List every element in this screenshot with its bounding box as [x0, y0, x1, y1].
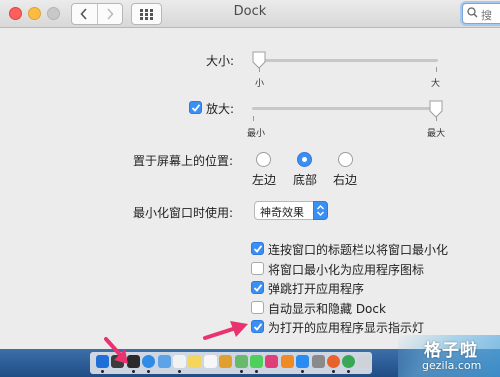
popup-arrows-icon	[313, 201, 328, 220]
close-button[interactable]	[9, 7, 22, 20]
minimize-effect-label: 最小化窗口时使用:	[133, 206, 234, 220]
window-title: Dock	[233, 4, 267, 19]
running-indicator	[132, 370, 135, 373]
ibooks-icon[interactable]	[281, 355, 294, 368]
zoom-button[interactable]	[47, 7, 60, 20]
animate-opening-label: 弹跳打开应用程序	[268, 282, 365, 296]
double-click-title-checkbox[interactable]	[251, 242, 264, 255]
back-button[interactable]	[72, 4, 97, 24]
size-max-label: 大	[431, 79, 441, 89]
running-indicator	[240, 370, 243, 373]
watermark-title: 格子啦	[424, 341, 478, 361]
position-left-label: 左边	[252, 173, 277, 187]
grid-icon	[140, 8, 153, 20]
position-left-radio[interactable]	[256, 152, 271, 167]
show-indicators-label: 为打开的应用程序显示指示灯	[268, 321, 425, 335]
magnification-label: 放大:	[206, 102, 235, 116]
position-bottom-radio[interactable]	[297, 152, 312, 167]
checkmark-icon	[253, 245, 263, 253]
minimize-effect-value: 神奇效果	[260, 206, 304, 219]
show-indicators-checkbox[interactable]	[251, 320, 264, 333]
forward-button[interactable]	[96, 4, 123, 24]
title-bar: Dock	[0, 0, 500, 28]
itunes-icon[interactable]	[265, 355, 278, 368]
watermark: 格子啦 gezila.com	[398, 335, 500, 377]
notes-icon[interactable]	[188, 355, 201, 368]
magnification-max-label: 最大	[427, 129, 446, 139]
chevron-right-icon	[107, 8, 114, 20]
size-label: 大小:	[206, 54, 235, 68]
watermark-url: gezila.com	[422, 359, 482, 372]
size-min-label: 小	[255, 79, 265, 89]
chevron-left-icon	[80, 8, 87, 20]
calendar-icon[interactable]	[173, 355, 186, 368]
checkmark-icon	[253, 323, 263, 331]
dock-pointer-arrow-icon	[104, 337, 128, 364]
size-slider-knob[interactable]	[251, 51, 267, 69]
running-indicator	[347, 370, 350, 373]
maps-icon[interactable]	[235, 355, 248, 368]
running-indicator	[101, 370, 104, 373]
double-click-title-label: 连按窗口的标题栏以将窗口最小化	[268, 243, 449, 257]
position-right-radio[interactable]	[338, 152, 353, 167]
running-indicator	[178, 370, 181, 373]
magnification-tick-min	[253, 116, 254, 121]
minimize-to-icon-checkbox[interactable]	[251, 262, 264, 275]
autohide-label: 自动显示和隐藏 Dock	[268, 302, 386, 316]
annotation-arrow-icon	[203, 321, 248, 340]
magnification-checkbox[interactable]	[189, 101, 202, 114]
autohide-checkbox[interactable]	[251, 301, 264, 314]
animate-opening-checkbox[interactable]	[251, 281, 264, 294]
reminders-icon[interactable]	[204, 355, 217, 368]
minimize-effect-popup[interactable]: 神奇效果	[254, 201, 328, 220]
search-field[interactable]	[462, 3, 500, 24]
running-indicator	[147, 370, 150, 373]
mail-icon[interactable]	[158, 355, 171, 368]
magnification-slider-track[interactable]	[252, 107, 442, 110]
firefox-icon[interactable]	[327, 355, 340, 368]
running-indicator	[332, 370, 335, 373]
show-all-button[interactable]	[131, 3, 162, 25]
chrome-icon[interactable]	[342, 355, 355, 368]
photos-icon[interactable]	[219, 355, 232, 368]
history-nav	[71, 3, 123, 25]
size-tick-max	[436, 67, 437, 72]
position-right-label: 右边	[333, 173, 358, 187]
size-slider-track[interactable]	[258, 59, 438, 62]
dock-preferences-pane	[0, 28, 500, 349]
magnification-slider-knob[interactable]	[428, 100, 444, 118]
minimize-to-icon-label: 将窗口最小化为应用程序图标	[268, 263, 425, 277]
running-indicator	[255, 370, 258, 373]
preferences-icon[interactable]	[312, 355, 325, 368]
safari-icon[interactable]	[142, 355, 155, 368]
search-icon	[467, 7, 478, 18]
checkmark-icon	[253, 284, 263, 292]
position-bottom-label: 底部	[293, 173, 318, 187]
search-input[interactable]	[481, 9, 500, 22]
messages-icon[interactable]	[250, 355, 263, 368]
trash-icon[interactable]	[358, 355, 371, 368]
running-indicator	[301, 370, 304, 373]
position-label: 置于屏幕上的位置:	[133, 154, 234, 168]
magnification-min-label: 最小	[247, 129, 266, 139]
checkmark-icon	[191, 104, 201, 112]
app-store-icon[interactable]	[296, 355, 309, 368]
minimize-button[interactable]	[28, 7, 41, 20]
